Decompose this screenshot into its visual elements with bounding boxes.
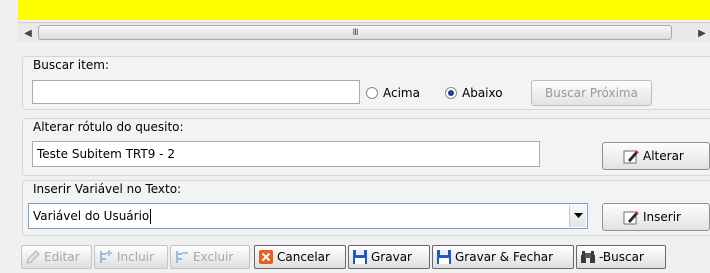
insert-button[interactable]: Inserir [602, 203, 710, 231]
insert-variable-label: Inserir Variável no Texto: [33, 182, 182, 196]
edit-button[interactable]: Editar [21, 245, 92, 269]
pencil-icon [25, 249, 41, 265]
add-item-icon [98, 249, 114, 265]
include-label: Incluir [117, 250, 154, 264]
edit-label: Editar [44, 250, 80, 264]
delete-label: Excluir [193, 250, 234, 264]
search-button[interactable]: -Buscar [576, 245, 666, 269]
pencil-edit-icon [623, 148, 639, 164]
rename-button-label: Alterar [643, 149, 684, 163]
scroll-thumb[interactable]: III [38, 25, 672, 40]
cancel-button[interactable]: Cancelar [254, 245, 346, 269]
remove-item-icon [174, 249, 190, 265]
save-and-close-button[interactable]: Gravar & Fechar [432, 245, 574, 269]
scroll-thumb-grip: III [352, 27, 359, 38]
pencil-edit-icon [623, 209, 639, 225]
save-button[interactable]: Gravar [348, 245, 430, 269]
binoculars-icon [580, 249, 596, 265]
find-next-button[interactable]: Buscar Próxima [531, 80, 652, 106]
scroll-left-arrow-icon[interactable]: ◀ [18, 23, 38, 43]
find-next-label: Buscar Próxima [545, 86, 638, 100]
cancel-icon [258, 249, 274, 265]
search-label: -Buscar [599, 250, 644, 264]
floppy-disk-icon [352, 249, 368, 265]
save-label: Gravar [371, 250, 412, 264]
search-input[interactable] [32, 80, 360, 104]
scroll-right-arrow-icon[interactable]: ▶ [694, 23, 710, 43]
insert-button-label: Inserir [643, 210, 681, 224]
horizontal-scrollbar[interactable]: ◀ III ▶ [18, 22, 710, 42]
radio-down[interactable]: Abaixo [445, 86, 503, 100]
floppy-disk-icon [436, 249, 452, 265]
cancel-label: Cancelar [277, 250, 330, 264]
rename-input[interactable]: Teste Subitem TRT9 - 2 [32, 141, 540, 167]
delete-button[interactable]: Excluir [170, 245, 250, 269]
radio-up[interactable]: Acima [366, 86, 420, 100]
radio-up-circle[interactable] [366, 87, 378, 99]
variable-select[interactable]: Variável do Usuário [28, 203, 588, 229]
chevron-down-icon[interactable] [569, 205, 586, 227]
radio-down-label: Abaixo [462, 86, 503, 100]
rename-button[interactable]: Alterar [602, 142, 710, 170]
variable-select-value: Variável do Usuário [33, 209, 150, 223]
yellow-header-area [18, 0, 710, 20]
radio-down-circle[interactable] [445, 87, 457, 99]
radio-up-label: Acima [383, 86, 420, 100]
include-button[interactable]: Incluir [94, 245, 168, 269]
search-label: Buscar item: [33, 58, 109, 72]
text-caret [150, 208, 152, 224]
rename-label: Alterar rótulo do quesito: [33, 120, 184, 134]
save-and-close-label: Gravar & Fechar [455, 250, 554, 264]
